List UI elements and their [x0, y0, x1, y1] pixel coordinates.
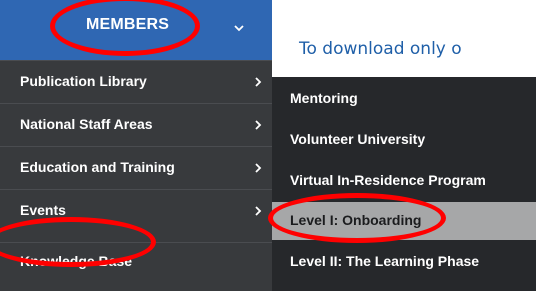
submenu-item-volunteer-university[interactable]: Volunteer University [272, 121, 536, 159]
sidebar-item-education-and-training[interactable]: Education and Training [0, 146, 272, 189]
submenu-item-mentoring[interactable]: Mentoring [272, 80, 536, 118]
members-sidebar: Publication Library National Staff Areas… [0, 60, 272, 291]
submenu-item-label: Volunteer University [290, 131, 426, 147]
sidebar-item-national-staff-areas[interactable]: National Staff Areas [0, 103, 272, 146]
events-submenu: Mentoring Volunteer University Virtual I… [272, 77, 536, 291]
chevron-right-icon [255, 120, 262, 130]
submenu-item-label: Virtual In-Residence Program [290, 172, 486, 188]
sidebar-item-label: National Staff Areas [20, 116, 153, 132]
sidebar-item-label: Education and Training [20, 159, 175, 175]
chevron-right-icon [255, 163, 262, 173]
submenu-item-label: Level II: The Learning Phase [290, 253, 480, 269]
chevron-right-icon [255, 206, 262, 216]
submenu-item-level-ii-the-learning-phase[interactable]: Level II: The Learning Phase [272, 243, 536, 281]
sidebar-item-label: Events [20, 202, 66, 218]
members-menu-label: MEMBERS [86, 16, 170, 33]
submenu-item-level-i-onboarding[interactable]: Level I: Onboarding [272, 202, 536, 240]
instruction-text: To download only o [299, 39, 462, 59]
sidebar-item-knowledge-base[interactable]: Knowledge Base [0, 242, 272, 285]
submenu-item-label: Mentoring [290, 90, 358, 106]
chevron-down-icon[interactable] [233, 22, 245, 34]
members-menu-header[interactable]: MEMBERS [0, 0, 272, 60]
submenu-item-virtual-in-residence-program[interactable]: Virtual In-Residence Program [272, 162, 536, 200]
sidebar-item-label: Knowledge Base [20, 253, 133, 269]
sidebar-item-label: Publication Library [20, 73, 147, 89]
sidebar-item-events[interactable]: Events [0, 189, 272, 232]
sidebar-item-publication-library[interactable]: Publication Library [0, 60, 272, 103]
chevron-right-icon [255, 77, 262, 87]
submenu-item-label: Level I: Onboarding [290, 212, 422, 228]
